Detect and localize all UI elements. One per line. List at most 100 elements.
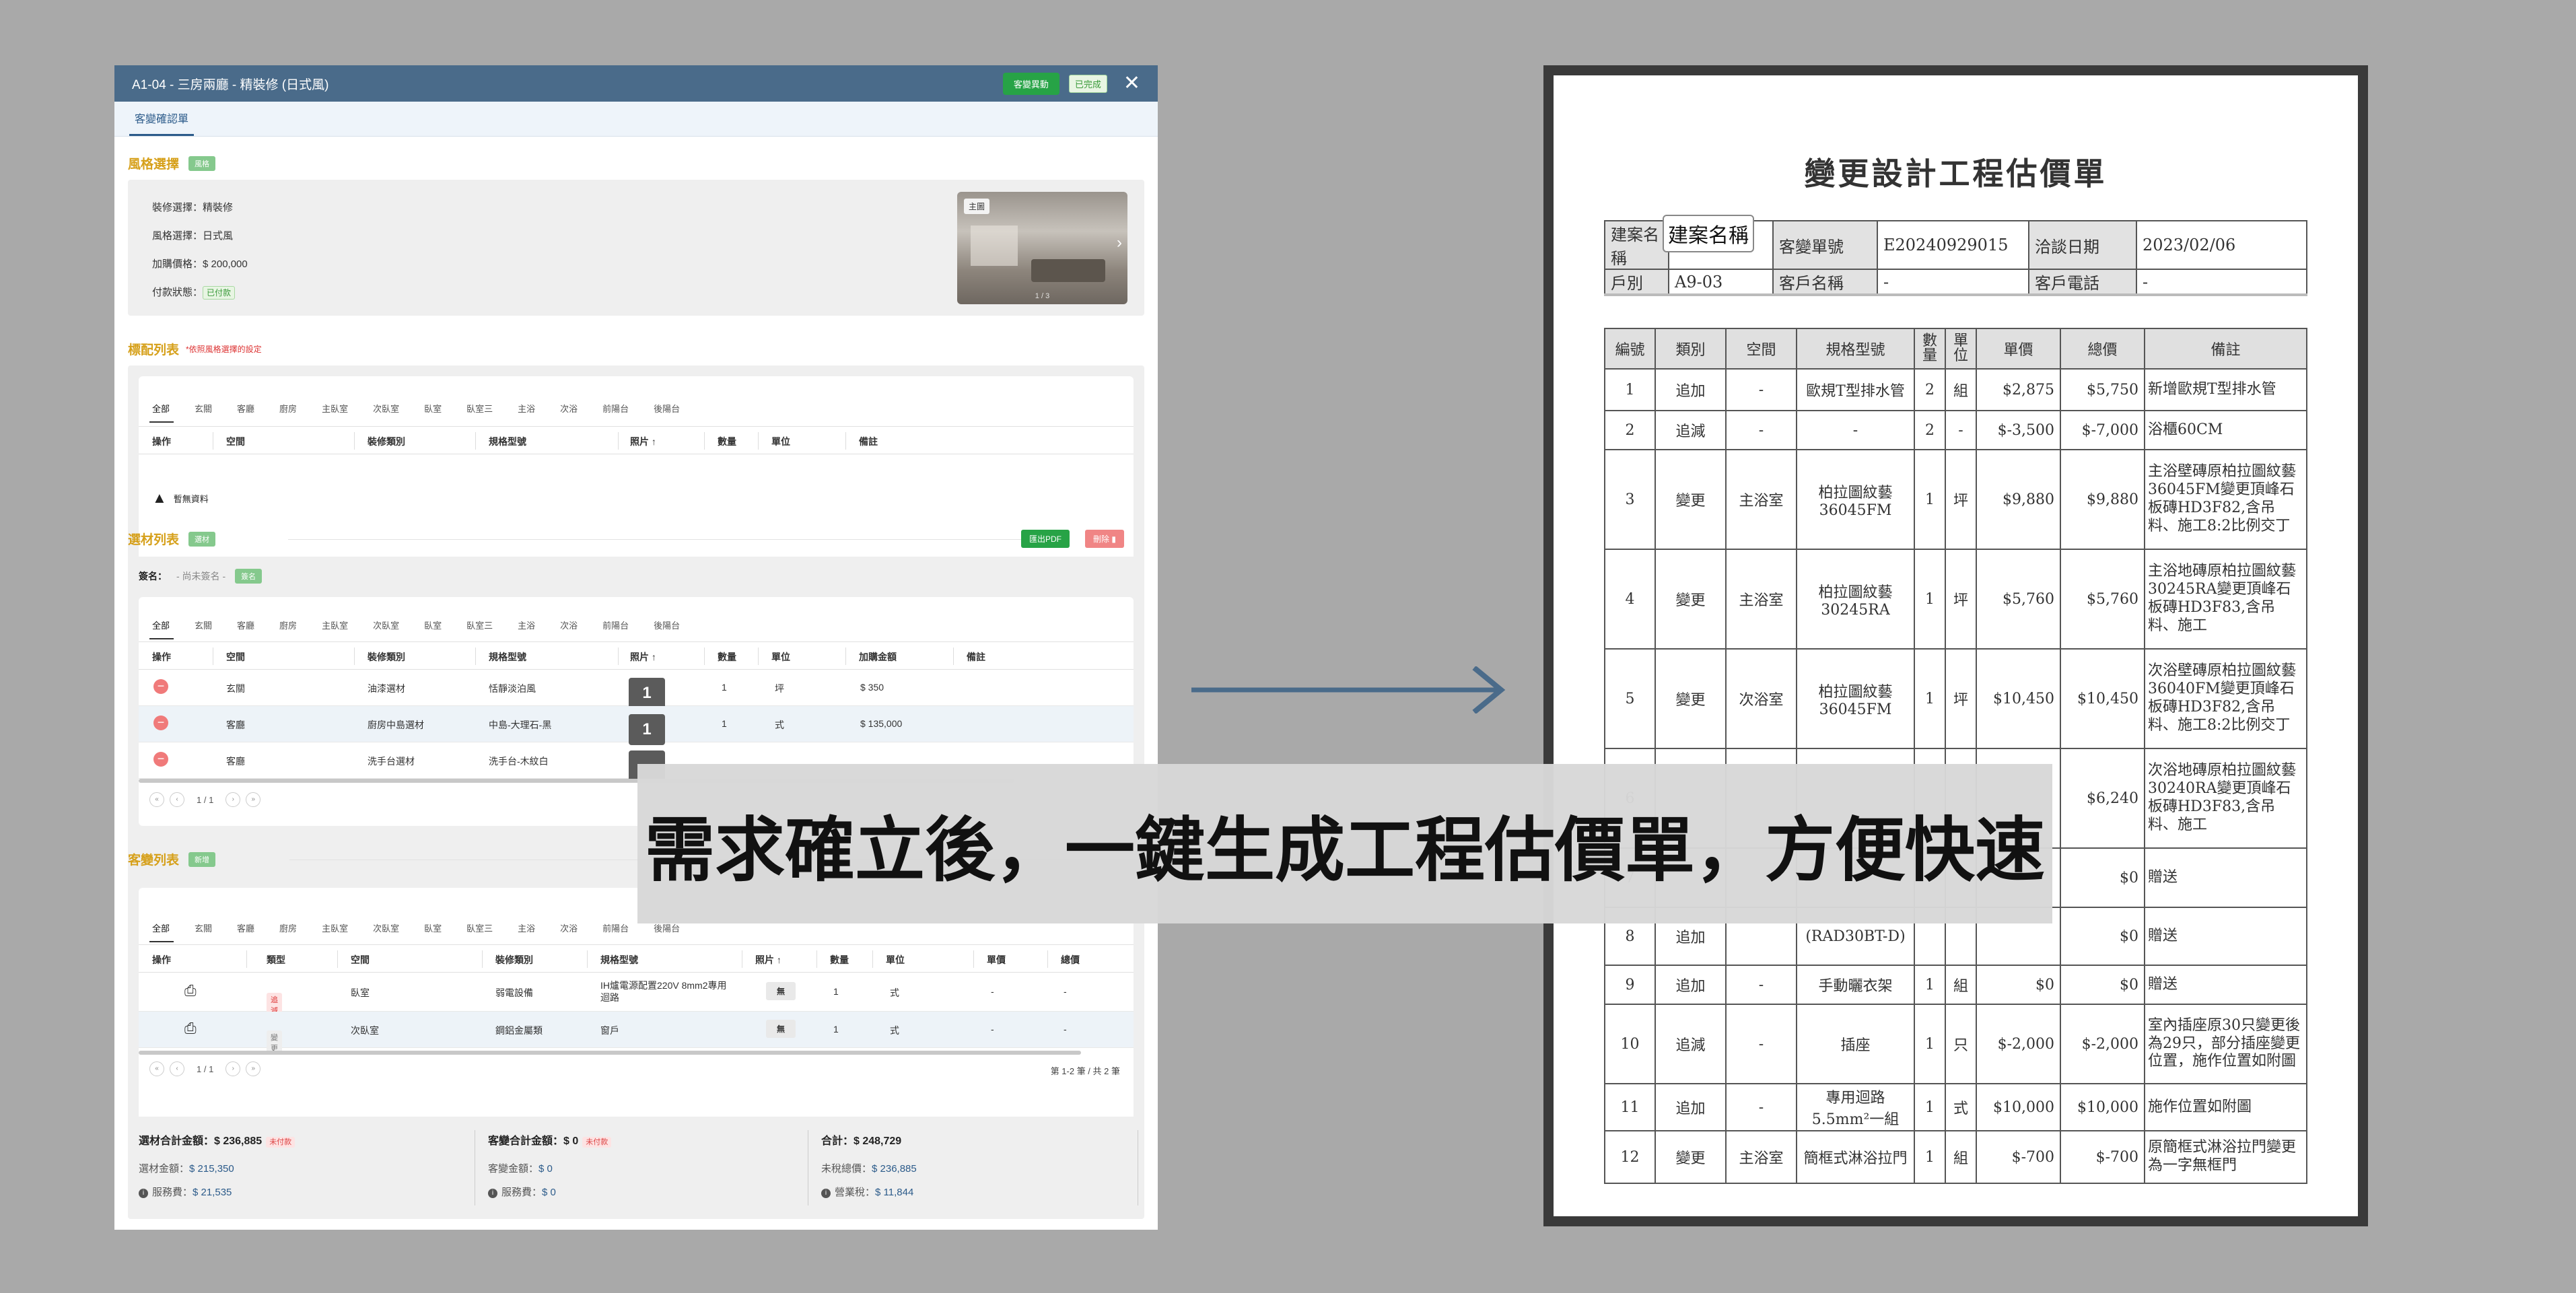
col-photo[interactable]: 照片 ↑ xyxy=(630,650,656,664)
change-totals: 客變合計金額：$ 0 未付款 客變金額：$ 0 i 服務費：$ 0 xyxy=(488,1131,612,1199)
col-photo[interactable]: 照片 ↑ xyxy=(630,435,656,448)
last-page-icon[interactable]: » xyxy=(246,792,261,807)
chevron-right-icon[interactable]: › xyxy=(1117,234,1122,252)
cell-no: 10 xyxy=(1604,1004,1656,1084)
remove-icon[interactable]: − xyxy=(153,715,168,730)
col-operation: 操作 xyxy=(152,954,171,965)
standard-panel: 全部 玄關 客廳 廚房 主臥室 次臥室 臥室 臥室三 主浴 次浴 前陽台 後陽台 操作 空間 裝修類別… xyxy=(128,365,1144,574)
photo-thumbnail[interactable]: 1 xyxy=(629,678,665,709)
cell-space: 客廳 xyxy=(226,756,245,767)
filter-tab[interactable]: 主浴 xyxy=(518,921,535,934)
cell-space: 玄關 xyxy=(226,683,245,694)
cell-note: 次浴壁磚原柏拉圖紋藝36040FM變更頂峰石板磚HD3F82,含吊料、施工8:2… xyxy=(2144,648,2307,749)
cell-spec: 恬靜淡泊風 xyxy=(489,683,536,694)
change-fee-label: 服務費： xyxy=(501,1187,543,1198)
filter-tab[interactable]: 後陽台 xyxy=(654,402,680,415)
filter-tab[interactable]: 前陽台 xyxy=(602,619,629,631)
filter-tab[interactable]: 全部 xyxy=(149,921,174,942)
prev-page-icon[interactable]: ‹ xyxy=(170,792,184,807)
filter-tab[interactable]: 廚房 xyxy=(279,402,297,415)
change-request-button[interactable]: 客變異動 xyxy=(1002,72,1059,95)
cell-qty: 1 xyxy=(1914,1083,1946,1131)
filter-tab[interactable]: 臥室三 xyxy=(466,921,493,934)
cell-no: 9 xyxy=(1604,965,1656,1005)
app-window: A1-04 - 三房兩廳 - 精裝修 (日式風) 客變異動 已完成 ✕ 客變確認… xyxy=(114,65,1158,1230)
filter-tab[interactable]: 主臥室 xyxy=(322,921,348,934)
filter-tab[interactable]: 臥室 xyxy=(424,402,442,415)
col-operation: 操作 xyxy=(152,436,171,447)
filter-tab[interactable]: 主臥室 xyxy=(322,402,348,415)
material-unpaid-badge: 未付款 xyxy=(266,1137,295,1148)
filter-tab[interactable]: 臥室三 xyxy=(466,619,493,631)
filter-tab[interactable]: 後陽台 xyxy=(654,619,680,631)
filter-tab[interactable]: 次臥室 xyxy=(373,921,399,934)
remove-icon[interactable]: − xyxy=(153,752,168,767)
filter-tab[interactable]: 次浴 xyxy=(560,921,578,934)
filter-tab[interactable]: 主臥室 xyxy=(322,619,348,631)
cell-spec: 專用迴路5.5mm²一組 xyxy=(1796,1083,1915,1131)
unit-value: A9-03 xyxy=(1668,269,1774,295)
next-page-icon[interactable]: › xyxy=(225,1061,241,1076)
prev-page-icon[interactable]: ‹ xyxy=(170,1061,184,1076)
delete-button[interactable]: 刪除 ▮ xyxy=(1085,530,1124,548)
materials-section-header: 選材列表 選材 xyxy=(128,530,216,548)
filter-tab[interactable]: 廚房 xyxy=(279,921,297,934)
cell-price: $0 xyxy=(1976,965,2061,1005)
sign-button[interactable]: 簽名 xyxy=(235,569,263,584)
cell-unit: 坪 xyxy=(1945,648,1977,749)
filter-tab[interactable]: 前陽台 xyxy=(602,402,629,415)
export-pdf-button[interactable]: 匯出PDF xyxy=(1021,530,1070,548)
filter-tab[interactable]: 次臥室 xyxy=(373,402,399,415)
filter-tab[interactable]: 全部 xyxy=(149,619,174,639)
filter-tab[interactable]: 次臥室 xyxy=(373,619,399,631)
filter-tab[interactable]: 全部 xyxy=(149,402,174,423)
decoration-choice: 裝修選擇：精裝修 xyxy=(152,202,234,213)
filter-tab[interactable]: 臥室 xyxy=(424,619,442,631)
filter-tab[interactable]: 次浴 xyxy=(560,402,578,415)
materials-heading: 選材列表 xyxy=(128,533,180,547)
no-photo-badge: 無 xyxy=(766,1020,796,1038)
cell-spec: 插座 xyxy=(1796,1004,1915,1084)
filter-tab[interactable]: 臥室三 xyxy=(466,402,493,415)
col-category: 裝修類別 xyxy=(495,954,533,965)
style-image[interactable]: 主圖 › 1 / 3 xyxy=(957,192,1127,304)
status-badge: 已完成 xyxy=(1068,74,1107,93)
cell-type: 變更 xyxy=(1655,549,1727,650)
filter-tab[interactable]: 客廳 xyxy=(237,402,254,415)
edit-document-icon[interactable]: ⎙ xyxy=(184,1020,197,1037)
cell-total: $-2,000 xyxy=(2060,1004,2145,1084)
col-total: 總價 xyxy=(1061,954,1080,965)
edit-document-icon[interactable]: ⎙ xyxy=(184,982,197,1000)
close-icon[interactable]: ✕ xyxy=(1123,73,1140,94)
filter-tab[interactable]: 臥室 xyxy=(424,921,442,934)
filter-tab[interactable]: 主浴 xyxy=(518,402,535,415)
first-page-icon[interactable]: « xyxy=(149,1061,164,1076)
remove-icon[interactable]: − xyxy=(153,679,168,694)
first-page-icon[interactable]: « xyxy=(149,792,164,807)
grand-total: 合計：$ 248,729 xyxy=(821,1135,902,1147)
filter-tab[interactable]: 玄關 xyxy=(195,921,212,934)
photo-thumbnail[interactable]: 1 xyxy=(629,714,665,745)
filter-tab[interactable]: 客廳 xyxy=(237,619,254,631)
col-amount: 加購金額 xyxy=(859,652,897,662)
cell-spec: 手動曬衣架 xyxy=(1796,965,1915,1005)
warning-icon: ▲ xyxy=(152,489,167,506)
next-page-icon[interactable]: › xyxy=(225,792,241,807)
filter-tab[interactable]: 玄關 xyxy=(195,619,212,631)
filter-tab[interactable]: 次浴 xyxy=(560,619,578,631)
filter-tab[interactable]: 前陽台 xyxy=(602,921,629,934)
last-page-icon[interactable]: » xyxy=(246,1061,261,1076)
standard-note: *依照風格選擇的設定 xyxy=(186,345,262,354)
filter-tab[interactable]: 廚房 xyxy=(279,619,297,631)
filter-tab[interactable]: 客廳 xyxy=(237,921,254,934)
filter-tab[interactable]: 主浴 xyxy=(518,619,535,631)
table-row: ⎙ 追減 臥室 弱電設備 IH爐電源配置220V 8mm2專用迴路 無 1 式 … xyxy=(139,973,1134,1017)
horizontal-scrollbar[interactable] xyxy=(139,1051,1081,1055)
tab-change-confirmation[interactable]: 客變確認單 xyxy=(129,110,195,136)
filter-tab[interactable]: 玄關 xyxy=(195,402,212,415)
standard-section-header: 標配列表 *依照風格選擇的設定 xyxy=(128,340,262,358)
main-image-tag: 主圖 xyxy=(964,199,990,214)
table-row: − 客廳 廚房中島選材 中島-大理石-黑 1 1 式 $ 135,000 xyxy=(139,706,1134,745)
col-photo[interactable]: 照片 ↑ xyxy=(755,953,781,967)
tax-amount: $ 11,844 xyxy=(875,1187,914,1198)
